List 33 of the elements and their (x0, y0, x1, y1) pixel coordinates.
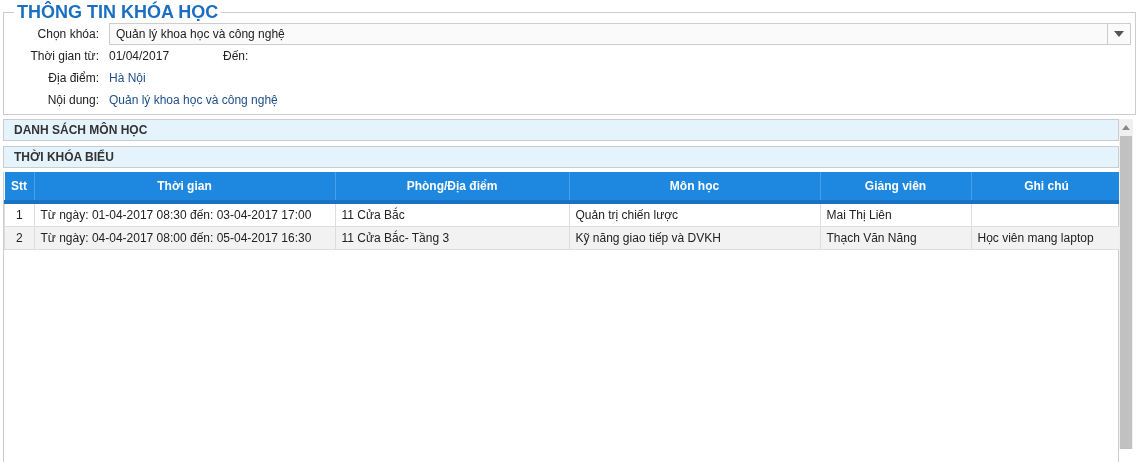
field-label: Địa điểm: (47, 71, 99, 85)
panel-header[interactable]: THỜI KHÓA BIỂU (3, 146, 1119, 168)
field-label: Thời gian từ: (29, 49, 99, 63)
section-title: THÔNG TIN KHÓA HỌC (16, 3, 220, 21)
column-header[interactable]: Thời gian (34, 172, 335, 202)
field-label: Đến: (223, 49, 249, 63)
table-cell: Quản trị chiến lược (575, 208, 679, 222)
field-value: 01/04/2017 (109, 49, 171, 63)
field-value: Hà Nội (109, 71, 146, 85)
dropdown-caret-icon (1114, 31, 1124, 37)
table-cell: Thạch Văn Năng (826, 231, 917, 245)
scrollbar-thumb[interactable] (1120, 136, 1132, 449)
course-select[interactable]: Quản lý khoa học và công nghệ (109, 23, 1131, 45)
table-cell: 11 Cửa Bắc (341, 208, 405, 222)
column-header[interactable]: Stt (4, 172, 34, 202)
scrollbar[interactable] (1119, 119, 1133, 449)
column-header[interactable]: Môn học (569, 172, 820, 202)
table-cell: Mai Thị Liên (826, 208, 892, 222)
column-header[interactable]: Ghi chú (971, 172, 1122, 202)
table-cell: 2 (15, 231, 23, 245)
table-cell: 1 (15, 208, 23, 222)
column-header[interactable]: Giảng viên (820, 172, 971, 202)
scroll-up-icon[interactable] (1122, 125, 1130, 130)
column-header[interactable]: Phòng/Địa điểm (335, 172, 569, 202)
panel-header[interactable]: DANH SÁCH MÔN HỌC (3, 119, 1119, 141)
table-cell: Kỹ năng giao tiếp và DVKH (575, 231, 721, 245)
field-label: Nội dung: (46, 93, 99, 107)
table-cell: Học viên mang laptop (977, 231, 1094, 245)
table-cell: 11 Cửa Bắc- Tầng 3 (341, 231, 450, 245)
field-label: Chọn khóa: (36, 27, 99, 41)
table-cell: Từ ngày: 01-04-2017 08:30 đến: 03-04-2017 17:00 (40, 208, 312, 222)
field-value: Quản lý khoa học và công nghệ (109, 93, 278, 107)
table-cell: Từ ngày: 04-04-2017 08:00 đến: 05-04-2017 16:30 (40, 231, 312, 245)
